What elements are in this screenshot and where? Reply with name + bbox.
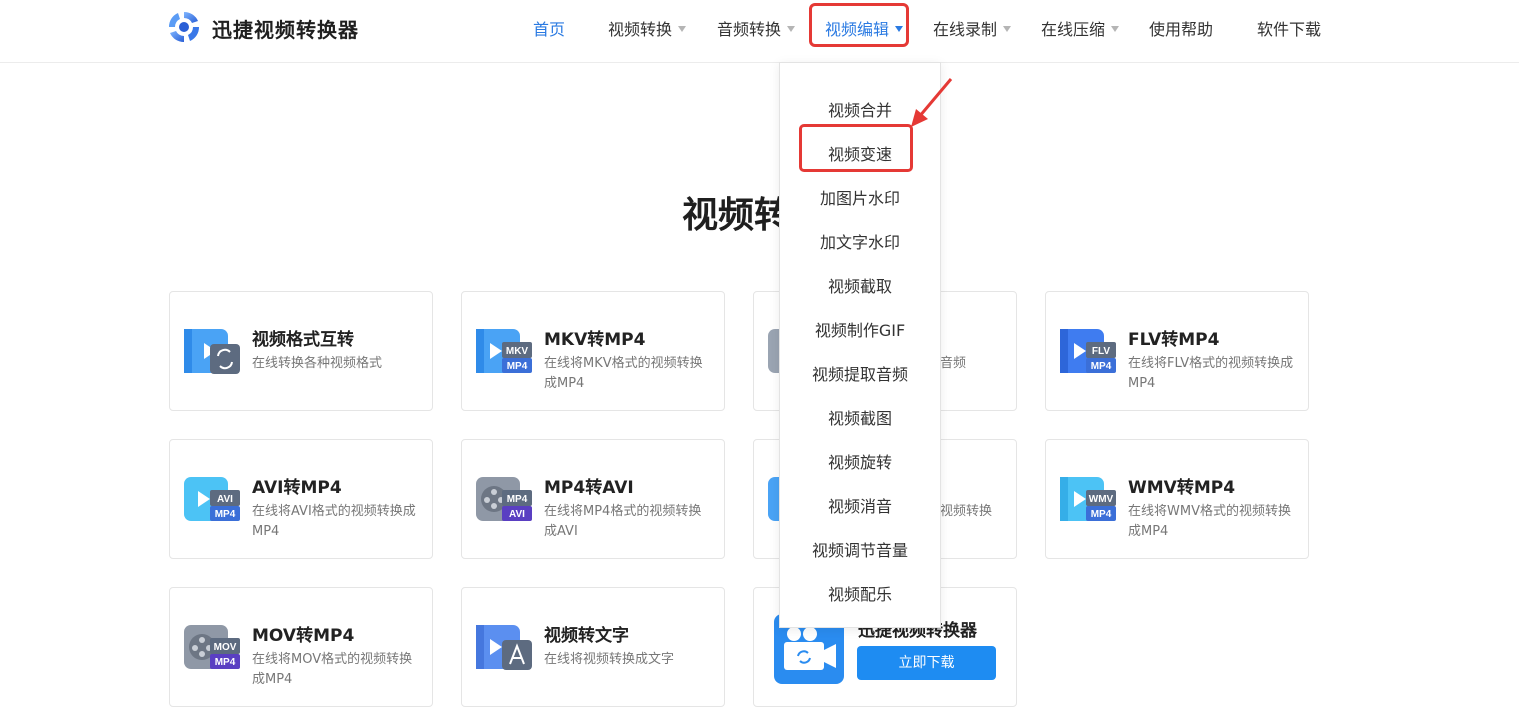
annotation-arrow-icon xyxy=(911,78,953,127)
page-title: 视频转 xyxy=(682,195,791,236)
svg-text:WMV: WMV xyxy=(1089,494,1114,505)
avi-file-icon: AVI MP4 xyxy=(184,477,240,521)
svg-text:MP4: MP4 xyxy=(215,657,236,668)
card-title: 视频格式互转 xyxy=(252,330,354,350)
chevron-down-icon xyxy=(1111,26,1120,32)
svg-text:MP4: MP4 xyxy=(215,509,236,520)
dropdown-item-highlight-box xyxy=(799,124,913,172)
app-logo-icon[interactable] xyxy=(166,9,202,45)
card-title: 视频转文字 xyxy=(544,626,629,646)
card-desc: 在线将MOV格式的视频转换成MP4 xyxy=(252,652,413,687)
mp4-file-icon: MP4 AVI xyxy=(476,477,532,521)
card-desc: 在线将MP4格式的视频转换成AVI xyxy=(544,504,702,539)
dropdown-item-video-to-gif[interactable]: 视频制作GIF xyxy=(780,317,940,341)
card-title: MP4转AVI xyxy=(544,478,634,498)
flv-file-icon: FLV MP4 xyxy=(1060,329,1116,373)
svg-text:MOV: MOV xyxy=(214,642,237,653)
nav-home[interactable]: 首页 xyxy=(533,16,565,40)
dropdown-item-adjust-volume[interactable]: 视频调节音量 xyxy=(780,537,940,561)
chevron-down-icon xyxy=(1003,26,1012,32)
mkv-file-icon: MKV MP4 xyxy=(476,329,532,373)
card-desc: 在线将FLV格式的视频转换成MP4 xyxy=(1128,356,1294,391)
card-mkv-to-mp4[interactable]: MKV MP4 MKV转MP4 在线将MKV格式的视频转换成MP4 xyxy=(461,291,725,411)
card-title: MKV转MP4 xyxy=(544,330,646,350)
download-now-button[interactable]: 立即下载 xyxy=(857,646,996,680)
nav-audio-convert[interactable]: 音频转换 xyxy=(717,16,796,40)
chevron-down-icon xyxy=(678,26,687,32)
svg-text:MKV: MKV xyxy=(506,346,529,357)
svg-text:MP4: MP4 xyxy=(507,494,528,505)
card-desc: 在线将AVI格式的视频转换成MP4 xyxy=(252,504,416,539)
card-flv-to-mp4[interactable]: FLV MP4 FLV转MP4 在线将FLV格式的视频转换成MP4 xyxy=(1045,291,1309,411)
dropdown-item-add-music[interactable]: 视频配乐 xyxy=(780,581,940,605)
svg-text:AVI: AVI xyxy=(509,509,525,520)
video-convert-icon xyxy=(184,329,240,374)
card-desc: 在线将视频转换成文字 xyxy=(544,652,675,667)
card-mov-to-mp4[interactable]: MOV MP4 MOV转MP4 在线将MOV格式的视频转换成MP4 xyxy=(169,587,433,707)
card-wmv-to-mp4[interactable]: WMV MP4 WMV转MP4 在线将WMV格式的视频转换成MP4 xyxy=(1045,439,1309,559)
nav-help[interactable]: 使用帮助 xyxy=(1149,16,1213,40)
card-desc: 在线将WMV格式的视频转换成MP4 xyxy=(1128,504,1291,539)
svg-text:FLV: FLV xyxy=(1092,346,1110,357)
nav-download[interactable]: 软件下载 xyxy=(1257,16,1321,40)
card-desc: 在线转换各种视频格式 xyxy=(252,356,383,371)
card-desc: 在线将MKV格式的视频转换成MP4 xyxy=(544,356,703,391)
dropdown-item-video-rotate[interactable]: 视频旋转 xyxy=(780,449,940,473)
card-title: AVI转MP4 xyxy=(252,478,342,498)
nav-highlight-box xyxy=(809,3,909,47)
card-mp4-to-avi[interactable]: MP4 AVI MP4转AVI 在线将MP4格式的视频转换成AVI xyxy=(461,439,725,559)
card-video-format-convert[interactable]: 视频格式互转 在线转换各种视频格式 xyxy=(169,291,433,411)
nav-video-convert[interactable]: 视频转换 xyxy=(608,16,687,40)
svg-text:MP4: MP4 xyxy=(1091,509,1112,520)
wmv-file-icon: WMV MP4 xyxy=(1060,477,1116,521)
mov-file-icon: MOV MP4 xyxy=(184,625,240,669)
dropdown-item-extract-audio[interactable]: 视频提取音频 xyxy=(780,361,940,385)
dropdown-item-video-screenshot[interactable]: 视频截图 xyxy=(780,405,940,429)
card-avi-to-mp4[interactable]: AVI MP4 AVI转MP4 在线将AVI格式的视频转换成MP4 xyxy=(169,439,433,559)
video-to-text-icon xyxy=(476,625,532,670)
card-title: FLV转MP4 xyxy=(1128,330,1220,350)
brand-name[interactable]: 迅捷视频转换器 xyxy=(212,14,359,43)
nav-online-compress[interactable]: 在线压缩 xyxy=(1041,16,1120,40)
card-video-to-text[interactable]: 视频转文字 在线将视频转换成文字 xyxy=(461,587,725,707)
svg-text:AVI: AVI xyxy=(217,494,233,505)
chevron-down-icon xyxy=(787,26,796,32)
dropdown-item-video-mute[interactable]: 视频消音 xyxy=(780,493,940,517)
svg-text:MP4: MP4 xyxy=(1091,361,1112,372)
top-header: 迅捷视频转换器 首页 视频转换 音频转换 视频编辑 在线录制 在线压缩 使用帮助… xyxy=(0,0,1519,63)
svg-text:MP4: MP4 xyxy=(507,361,528,372)
card-title: MOV转MP4 xyxy=(252,626,355,646)
dropdown-item-image-watermark[interactable]: 加图片水印 xyxy=(780,185,940,209)
dropdown-item-text-watermark[interactable]: 加文字水印 xyxy=(780,229,940,253)
card-title: WMV转MP4 xyxy=(1128,478,1236,498)
dropdown-item-video-trim[interactable]: 视频截取 xyxy=(780,273,940,297)
nav-online-record[interactable]: 在线录制 xyxy=(933,16,1012,40)
